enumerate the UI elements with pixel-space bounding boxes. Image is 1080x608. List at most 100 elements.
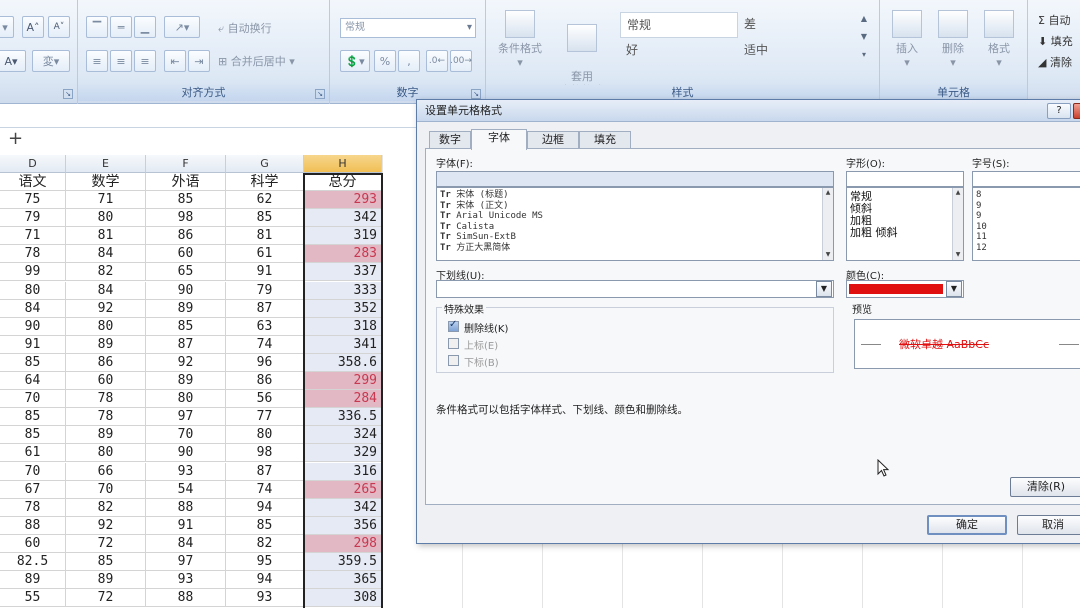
- table-cell[interactable]: 89: [146, 299, 226, 318]
- table-cell[interactable]: 85: [0, 426, 66, 445]
- scroll-up-icon[interactable]: ▲: [953, 188, 963, 198]
- font-size-item[interactable]: 12: [973, 243, 1080, 254]
- style-neutral[interactable]: 适中: [738, 38, 856, 64]
- table-cell[interactable]: 64: [0, 372, 66, 390]
- total-cell[interactable]: 329: [304, 444, 382, 463]
- superscript-checkbox[interactable]: [448, 338, 459, 349]
- font-list-item[interactable]: Tr Arial Unicode MS: [437, 211, 833, 222]
- table-cell[interactable]: 90: [146, 281, 226, 300]
- table-cell[interactable]: 70: [0, 462, 66, 481]
- clear-button[interactable]: ◢ 清除: [1038, 54, 1072, 70]
- style-list-scrollbar[interactable]: ▲ ▼: [952, 188, 963, 260]
- total-cell[interactable]: 333: [304, 281, 382, 300]
- table-cell[interactable]: 89: [0, 571, 66, 590]
- table-cell[interactable]: 81: [66, 227, 146, 246]
- total-cell[interactable]: 324: [304, 426, 382, 445]
- font-size-input[interactable]: [972, 171, 1080, 187]
- table-cell[interactable]: 85: [0, 353, 66, 372]
- cancel-button[interactable]: 取消: [1017, 515, 1080, 535]
- table-cell[interactable]: 82: [226, 534, 304, 553]
- table-cell[interactable]: 60: [66, 372, 146, 390]
- font-list-item[interactable]: Tr SimSun-ExtB: [437, 232, 833, 243]
- table-cell[interactable]: 84: [66, 281, 146, 300]
- font-size-list[interactable]: 8 9 9 10 11 12: [972, 187, 1080, 261]
- decrease-decimal-button[interactable]: .00→: [450, 50, 472, 72]
- table-cell[interactable]: 97: [146, 408, 226, 427]
- table-header-cell[interactable]: 总分: [304, 173, 382, 191]
- font-input[interactable]: [436, 171, 834, 187]
- decrease-indent-button[interactable]: ⇤: [164, 50, 186, 72]
- table-cell[interactable]: 89: [66, 426, 146, 445]
- font-list-scrollbar[interactable]: ▲ ▼: [822, 188, 833, 260]
- table-cell[interactable]: 67: [0, 480, 66, 499]
- total-cell[interactable]: 359.5: [304, 553, 382, 571]
- font-list-item[interactable]: Tr Calista: [437, 222, 833, 233]
- table-cell[interactable]: 60: [146, 245, 226, 264]
- table-cell[interactable]: 81: [226, 227, 304, 246]
- table-cell[interactable]: 85: [0, 408, 66, 427]
- fill-button[interactable]: ⬇ 填充: [1038, 33, 1073, 49]
- autosum-button[interactable]: Σ 自动: [1038, 12, 1070, 28]
- table-cell[interactable]: 87: [146, 335, 226, 354]
- table-cell[interactable]: 78: [66, 390, 146, 409]
- font-size-item[interactable]: 9: [973, 201, 1080, 212]
- table-header-cell[interactable]: 数学: [66, 173, 146, 191]
- align-middle-button[interactable]: ═: [110, 16, 132, 38]
- table-cell[interactable]: 87: [226, 462, 304, 481]
- chevron-down-icon[interactable]: ▼: [946, 281, 962, 297]
- close-button[interactable]: ✕: [1073, 103, 1080, 119]
- table-cell[interactable]: 85: [226, 209, 304, 228]
- add-sheet-button[interactable]: +: [8, 128, 23, 149]
- strikethrough-checkbox[interactable]: [448, 319, 459, 332]
- font-size-item[interactable]: 9: [973, 211, 1080, 222]
- align-left-button[interactable]: ≡: [86, 50, 108, 72]
- table-cell[interactable]: 84: [146, 534, 226, 553]
- total-cell[interactable]: 284: [304, 390, 382, 409]
- number-dialog-launcher[interactable]: ↘: [471, 89, 481, 99]
- table-cell[interactable]: 56: [226, 390, 304, 409]
- table-cell[interactable]: 86: [66, 353, 146, 372]
- font-list-item[interactable]: Tr 宋体 (正文): [437, 201, 833, 212]
- align-center-button[interactable]: ≡: [110, 50, 132, 72]
- table-cell[interactable]: 60: [0, 534, 66, 553]
- table-cell[interactable]: 91: [146, 516, 226, 535]
- table-cell[interactable]: 80: [226, 426, 304, 445]
- table-cell[interactable]: 61: [0, 444, 66, 463]
- table-cell[interactable]: 94: [226, 571, 304, 590]
- total-cell[interactable]: 342: [304, 209, 382, 228]
- table-cell[interactable]: 84: [0, 299, 66, 318]
- table-cell[interactable]: 89: [146, 372, 226, 390]
- table-cell[interactable]: 98: [226, 444, 304, 463]
- table-cell[interactable]: 93: [146, 462, 226, 481]
- wrap-text-button[interactable]: ⤶ 自动换行: [218, 20, 272, 36]
- total-cell[interactable]: 299: [304, 372, 382, 390]
- font-list-item[interactable]: Tr 方正大黑简体: [437, 243, 833, 254]
- align-bottom-button[interactable]: ▁: [134, 16, 156, 38]
- table-cell[interactable]: 99: [0, 263, 66, 282]
- total-cell[interactable]: 308: [304, 589, 382, 608]
- table-cell[interactable]: 84: [66, 245, 146, 264]
- table-header-cell[interactable]: 外语: [146, 173, 226, 191]
- total-cell[interactable]: 318: [304, 317, 382, 336]
- font-style-input[interactable]: [846, 171, 964, 187]
- font-size-item[interactable]: 8: [973, 190, 1080, 201]
- table-cell[interactable]: 74: [226, 480, 304, 499]
- table-cell[interactable]: 82: [66, 263, 146, 282]
- alignment-dialog-launcher[interactable]: ↘: [315, 89, 325, 99]
- total-cell[interactable]: 283: [304, 245, 382, 264]
- table-cell[interactable]: 92: [66, 516, 146, 535]
- font-list[interactable]: Tr 宋体 (标题) Tr 宋体 (正文) Tr Arial Unicode MS T…: [436, 187, 834, 261]
- table-cell[interactable]: 71: [0, 227, 66, 246]
- align-right-button[interactable]: ≡: [134, 50, 156, 72]
- currency-button[interactable]: 💲▾: [340, 50, 370, 72]
- table-cell[interactable]: 92: [66, 299, 146, 318]
- underline-dropdown[interactable]: [436, 280, 834, 298]
- table-cell[interactable]: 86: [226, 372, 304, 390]
- table-cell[interactable]: 80: [66, 209, 146, 228]
- merge-center-button[interactable]: ⊞ 合并后居中 ▾: [218, 53, 295, 69]
- table-header-cell[interactable]: 语文: [0, 173, 66, 191]
- table-cell[interactable]: 85: [226, 516, 304, 535]
- increase-decimal-button[interactable]: .0←: [426, 50, 448, 72]
- style-good[interactable]: 好: [620, 38, 738, 64]
- table-cell[interactable]: 78: [66, 408, 146, 427]
